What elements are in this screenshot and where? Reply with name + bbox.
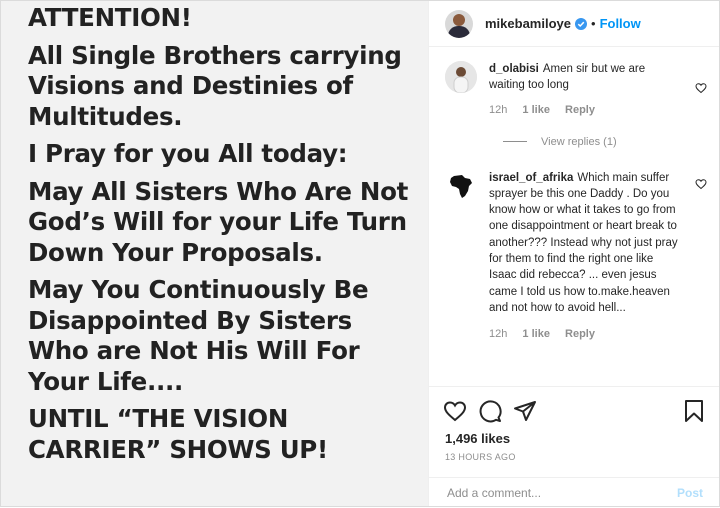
image-text-line: All Single Brothers carrying Visions and… (28, 40, 402, 131)
reply-button[interactable]: Reply (565, 328, 595, 340)
author-username[interactable]: mikebamiloye (485, 16, 571, 31)
image-text-line: May All Sisters Who Are Not God’s Will f… (28, 176, 409, 267)
author-avatar[interactable] (445, 9, 473, 38)
post-image[interactable]: ATTENTION! All Single Brothers carrying … (1, 1, 429, 506)
person-photo-icon (445, 61, 477, 93)
post-comment-button[interactable]: Post (677, 486, 703, 500)
post-image-text: ATTENTION! All Single Brothers carrying … (28, 3, 428, 472)
action-icons (443, 399, 705, 425)
comment-time[interactable]: 12h (489, 104, 507, 116)
like-heart-icon[interactable] (443, 399, 467, 423)
post-timestamp[interactable]: 13 HOURS AGO (445, 452, 516, 462)
separator-dot: • (591, 16, 596, 31)
add-comment-bar: Post (429, 477, 719, 508)
comment-time[interactable]: 12h (489, 328, 507, 340)
comment-bubble-icon[interactable] (478, 399, 502, 423)
comment-text: d_olabisi Amen sir but we are waiting too… (489, 61, 683, 94)
follow-button[interactable]: Follow (600, 16, 641, 31)
commenter-avatar[interactable] (445, 169, 477, 202)
africa-map-icon (445, 169, 477, 202)
comment-meta: 12h 1 like Reply (489, 104, 683, 116)
view-replies-button[interactable]: View replies (1) (503, 136, 683, 148)
comment-username[interactable]: d_olabisi (489, 63, 539, 75)
share-paper-plane-icon[interactable] (513, 399, 537, 423)
reply-button[interactable]: Reply (565, 104, 595, 116)
comment-likes[interactable]: 1 like (522, 328, 550, 340)
image-text-line: ATTENTION! (28, 3, 192, 32)
comment-item: d_olabisi Amen sir but we are waiting too… (429, 61, 719, 148)
image-text-line: UNTIL “THE VISION CARRIER” SHOWS UP! (28, 404, 328, 464)
comments-list: d_olabisi Amen sir but we are waiting too… (429, 61, 719, 340)
replies-divider (503, 141, 527, 143)
like-heart-icon[interactable] (695, 82, 707, 94)
comment-text: israel_of_afrika Which main suffer spraye… (489, 170, 683, 317)
likes-count[interactable]: 1,496 likes (445, 431, 510, 446)
commenter-avatar[interactable] (445, 61, 477, 93)
instagram-post-frame: ATTENTION! All Single Brothers carrying … (0, 0, 720, 507)
save-bookmark-icon[interactable] (683, 399, 705, 423)
image-text-line: May You Continuously Be Disappointed By … (28, 275, 369, 396)
post-side-panel: mikebamiloye • Follow d_olabisi Amen sir… (429, 1, 719, 506)
post-actions: 1,496 likes 13 HOURS AGO Post (429, 386, 719, 507)
post-header: mikebamiloye • Follow (429, 1, 719, 47)
image-text-line: I Pray for you All today: (28, 139, 348, 168)
comment-meta: 12h 1 like Reply (489, 328, 683, 340)
like-heart-icon[interactable] (695, 178, 707, 190)
comment-content: Which main suffer sprayer be this one Da… (489, 171, 678, 314)
verified-badge-icon (575, 17, 587, 30)
comment-input[interactable] (445, 485, 677, 501)
view-replies-label: View replies (1) (541, 135, 617, 148)
comment-username[interactable]: israel_of_afrika (489, 172, 573, 184)
comment-item: israel_of_afrika Which main suffer spraye… (429, 169, 719, 340)
comment-likes[interactable]: 1 like (522, 104, 550, 116)
